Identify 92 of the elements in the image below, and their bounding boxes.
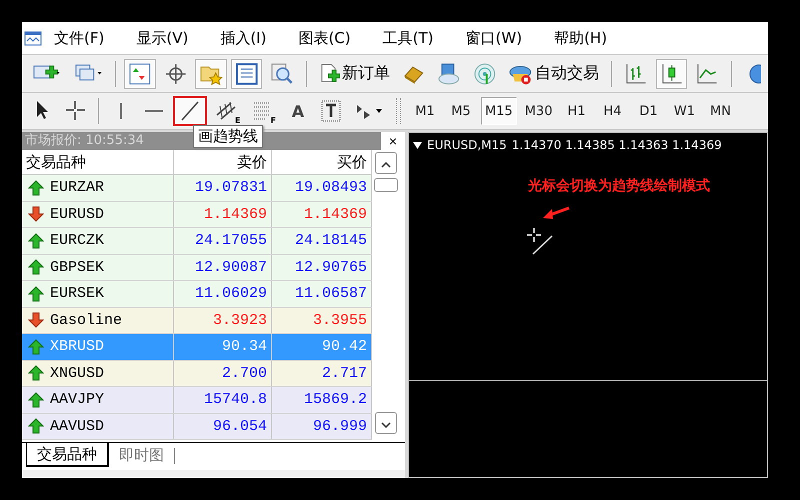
magnifier-icon	[270, 62, 294, 86]
menu-item[interactable]: 插入(I)	[216, 26, 270, 50]
auto-trading-button[interactable]: 自动交易	[504, 58, 604, 88]
price-cell: 90.42	[272, 334, 372, 360]
quote-window-button[interactable]	[124, 58, 156, 88]
menu-item[interactable]: 帮助(H)	[550, 26, 612, 50]
price-cell: 3.3923	[174, 308, 272, 333]
symbol-name: AAVJPY	[50, 390, 104, 410]
price-cell: 90.34	[174, 334, 272, 360]
panel-tab[interactable]: 交易品种	[26, 443, 109, 467]
column-header[interactable]: 买价	[272, 150, 372, 174]
timeframe-button[interactable]: MN	[704, 97, 736, 125]
channel-button[interactable]: E	[211, 96, 244, 126]
scroll-thumb[interactable]	[374, 178, 398, 192]
signal-icon	[473, 62, 497, 86]
text-box-icon	[320, 99, 342, 123]
symbol-name: EURUSD	[50, 204, 104, 225]
annotation-text: 光标会切换为趋势线绘制模式	[528, 177, 710, 195]
tooltip: 画趋势线	[193, 125, 263, 148]
menu-item[interactable]: 图表(C)	[294, 26, 355, 50]
price-cell: 1.14369	[174, 202, 272, 227]
timeframe-button[interactable]: M5	[444, 97, 477, 125]
price-cell: 2.717	[272, 360, 372, 386]
price-cell: 11.06587	[272, 281, 372, 306]
chevron-down-icon	[381, 422, 391, 428]
price-cell: 2.700	[174, 360, 272, 386]
line-chart-icon	[695, 62, 720, 86]
timeframe-button[interactable]: M15	[480, 97, 517, 125]
chevron-up-icon	[381, 162, 391, 168]
price-cell: 12.90765	[272, 254, 372, 280]
crosshair-icon	[64, 99, 86, 123]
horizontal-line-icon	[143, 109, 165, 113]
candle-chart-icon	[660, 62, 684, 86]
new-order-button[interactable]: 新订单	[315, 58, 394, 88]
bar-chart-icon	[624, 62, 648, 86]
text-tool-button[interactable]: A	[284, 96, 312, 126]
price-cell: 24.17055	[174, 228, 272, 254]
table-row[interactable]: EURUSD 1.14369 1.14369	[22, 202, 372, 228]
quote-window-icon	[128, 62, 152, 86]
menu-item[interactable]: 文件(F)	[50, 26, 108, 50]
price-cell: 96.054	[174, 414, 272, 439]
price-cell: 12.90087	[174, 254, 272, 280]
symbol-name: AAVUSD	[50, 416, 104, 437]
price-cell: 19.08493	[272, 175, 372, 200]
symbol-name: XBRUSD	[50, 337, 104, 358]
table-row[interactable]: XNGUSD 2.700 2.717	[22, 360, 372, 387]
table-row[interactable]: AAVJPY 15740.8 15869.2	[22, 387, 372, 414]
symbol-name: EURZAR	[50, 178, 104, 198]
table-row[interactable]: AAVUSD 96.054 96.999	[22, 414, 372, 440]
price-cell: 15740.8	[174, 387, 272, 412]
timeframe-button[interactable]: D1	[632, 97, 664, 125]
list-window-icon	[234, 62, 258, 86]
list-window-button[interactable]	[230, 58, 262, 88]
menu-item[interactable]: 工具(T)	[378, 26, 438, 50]
column-header[interactable]: 交易品种	[22, 150, 174, 174]
table-row[interactable]: GBPSEK 12.90087 12.90765	[22, 254, 372, 281]
symbol-name: GBPSEK	[50, 258, 104, 278]
dropdown-triangle-icon	[413, 142, 422, 148]
chart-prices: 1.14370 1.14385 1.14363 1.14369	[512, 138, 722, 152]
price-cell: 19.07831	[174, 175, 272, 200]
timeframe-button[interactable]: M1	[408, 97, 441, 125]
price-cell: 3.3955	[272, 308, 372, 333]
table-row[interactable]: EURCZK 24.17055 24.18145	[22, 228, 372, 254]
fibonacci-button[interactable]: F	[248, 96, 280, 126]
symbol-name: EURSEK	[50, 284, 104, 304]
price-cell: 24.18145	[272, 228, 372, 254]
timeframe-button[interactable]: H4	[596, 97, 628, 125]
trend-line-button[interactable]	[173, 96, 207, 126]
table-row[interactable]: Gasoline 3.3923 3.3955	[22, 308, 372, 334]
cursor-drawing	[526, 227, 554, 255]
timeframe-button[interactable]: M30	[520, 97, 556, 125]
arrow-drawing	[541, 205, 571, 221]
column-header[interactable]: 卖价	[174, 150, 272, 174]
price-cell: 11.06029	[174, 281, 272, 306]
table-row[interactable]: EURSEK 11.06029 11.06587	[22, 281, 372, 308]
menu-item[interactable]: 显示(V)	[132, 26, 192, 50]
menu-item[interactable]: 窗口(W)	[462, 26, 526, 50]
candle-chart-button[interactable]	[656, 58, 688, 88]
symbol-name: Gasoline	[50, 310, 122, 331]
crosshair-icon	[164, 62, 188, 86]
scroll-down-button[interactable]	[375, 412, 397, 434]
scroll-up-button[interactable]	[375, 152, 397, 174]
chart-symbol: EURUSD,M15	[427, 138, 507, 152]
price-cell: 15869.2	[272, 387, 372, 412]
table-row[interactable]: EURZAR 19.07831 19.08493	[22, 175, 372, 202]
symbol-name: XNGUSD	[50, 364, 104, 384]
folder-star-button[interactable]	[195, 58, 227, 88]
timeframe-button[interactable]: H1	[560, 97, 592, 125]
price-cell: 1.14369	[272, 202, 372, 227]
timeframe-button[interactable]: W1	[668, 97, 700, 125]
price-cell: 96.999	[272, 414, 372, 439]
symbol-name: EURCZK	[50, 231, 104, 252]
